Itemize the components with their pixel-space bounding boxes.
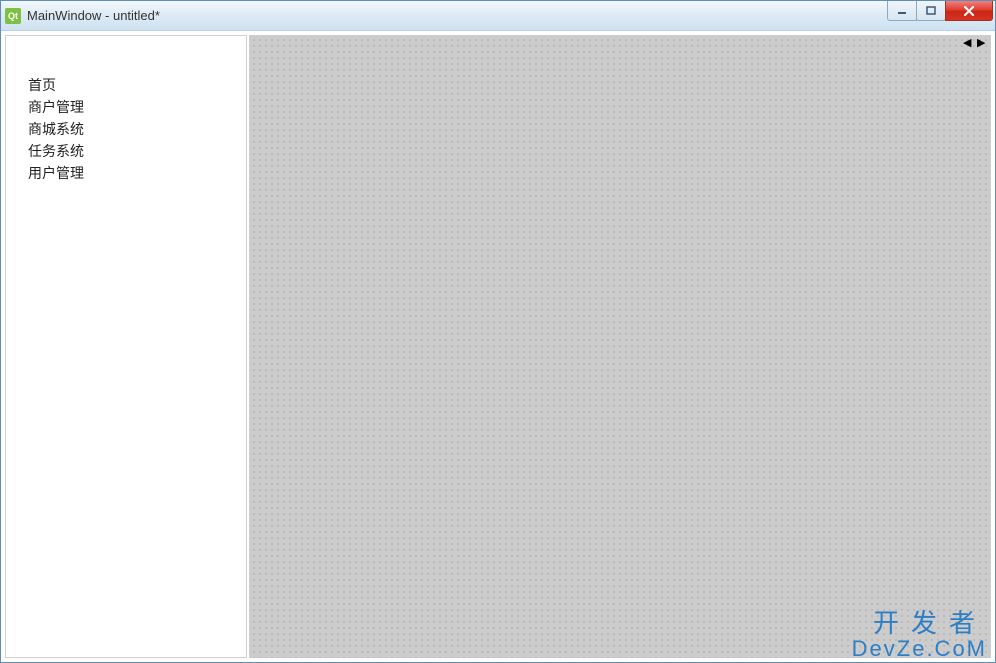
tree-item-task[interactable]: 任务系统 [28,140,246,162]
form-designer-canvas[interactable]: ◀ ▶ [249,35,991,658]
tree-item-mall[interactable]: 商城系统 [28,118,246,140]
tree-item-merchant[interactable]: 商户管理 [28,96,246,118]
titlebar[interactable]: Qt MainWindow - untitled* [1,1,995,31]
sidebar-tree[interactable]: 首页 商户管理 商城系统 任务系统 用户管理 [5,35,247,658]
maximize-button[interactable] [916,1,946,21]
window-controls [888,1,993,21]
minimize-button[interactable] [887,1,917,21]
tree-item-home[interactable]: 首页 [28,74,246,96]
tab-right-arrow-icon[interactable]: ▶ [977,37,987,49]
main-window: Qt MainWindow - untitled* 首页 商户管理 商城系统 任… [0,0,996,663]
tree-item-user[interactable]: 用户管理 [28,162,246,184]
tab-nav-arrows: ◀ ▶ [963,37,987,49]
qt-app-icon: Qt [5,8,21,24]
client-area: 首页 商户管理 商城系统 任务系统 用户管理 ◀ ▶ [1,31,995,662]
tab-left-arrow-icon[interactable]: ◀ [963,37,973,49]
window-title: MainWindow - untitled* [27,8,160,23]
close-button[interactable] [945,1,993,21]
